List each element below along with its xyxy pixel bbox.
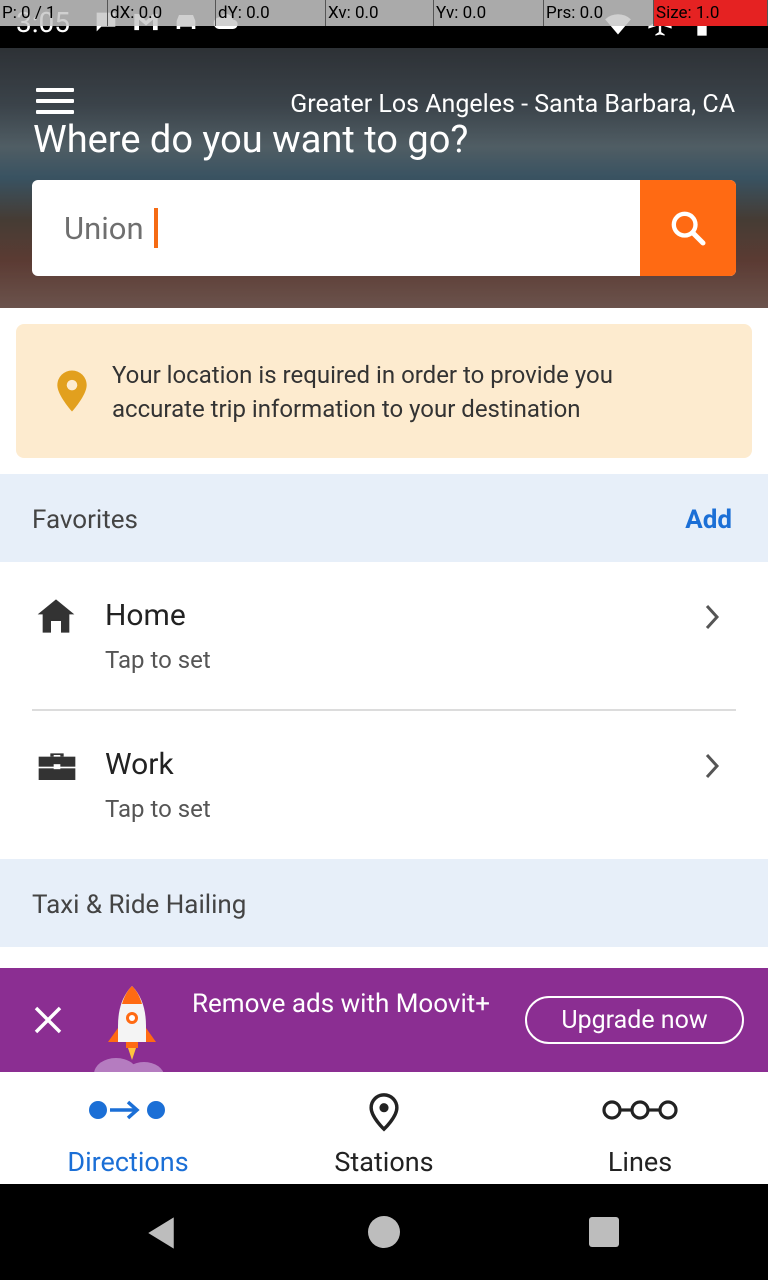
home-button[interactable] xyxy=(368,1216,400,1248)
ad-banner[interactable]: Remove ads with Moovit+ Upgrade now xyxy=(0,968,768,1072)
back-icon[interactable] xyxy=(144,1216,178,1250)
rocket-icon xyxy=(94,986,164,1072)
pointer-location-overlay: P: 0 / 1 dX: 0.0 dY: 0.0 Xv: 0.0 Yv: 0.0… xyxy=(0,0,768,26)
tab-directions-label: Directions xyxy=(67,1146,189,1178)
ad-text: Remove ads with Moovit+ xyxy=(192,989,491,1019)
region-label[interactable]: Greater Los Angeles - Santa Barbara, CA xyxy=(290,90,735,119)
tab-lines-label: Lines xyxy=(607,1146,673,1178)
location-pin-icon xyxy=(57,370,87,412)
search-input[interactable]: Union xyxy=(64,208,158,248)
tab-lines[interactable]: Lines xyxy=(512,1072,768,1184)
location-notice[interactable]: Your location is required in order to pr… xyxy=(16,324,752,458)
directions-icon xyxy=(89,1100,165,1120)
overlay-yv: Yv: 0.0 xyxy=(434,0,544,26)
bottom-navigation: Directions Stations Lines xyxy=(0,1072,768,1184)
favorite-work-title: Work xyxy=(105,747,174,782)
close-icon[interactable] xyxy=(32,1004,64,1036)
favorite-work-subtitle: Tap to set xyxy=(105,795,211,823)
tab-stations[interactable]: Stations xyxy=(256,1072,512,1184)
taxi-header: Taxi & Ride Hailing xyxy=(0,859,768,947)
chevron-right-icon xyxy=(705,753,720,779)
favorite-home-subtitle: Tap to set xyxy=(105,646,211,674)
tab-stations-label: Stations xyxy=(334,1146,434,1178)
overlay-dx: dX: 0.0 xyxy=(108,0,216,26)
favorite-home-title: Home xyxy=(105,598,186,633)
upgrade-now-button[interactable]: Upgrade now xyxy=(525,996,744,1044)
search-icon xyxy=(671,211,706,246)
favorites-title: Favorites xyxy=(32,505,138,535)
add-favorite-button[interactable]: Add xyxy=(685,505,732,535)
briefcase-icon xyxy=(38,753,76,780)
search-box[interactable]: Union xyxy=(32,180,736,276)
favorite-work[interactable]: Work Tap to set xyxy=(0,711,768,859)
search-button[interactable] xyxy=(640,180,736,276)
taxi-title: Taxi & Ride Hailing xyxy=(32,890,247,920)
favorites-header: Favorites Add xyxy=(0,474,768,562)
menu-button[interactable] xyxy=(36,88,76,120)
lines-icon xyxy=(602,1100,678,1120)
overlay-xv: Xv: 0.0 xyxy=(326,0,434,26)
station-pin-icon xyxy=(369,1093,399,1132)
search-input-value: Union xyxy=(64,209,144,247)
overlay-pointer: P: 0 / 1 xyxy=(0,0,108,26)
system-navigation-bar xyxy=(0,1184,768,1280)
favorite-home[interactable]: Home Tap to set xyxy=(0,562,768,710)
text-cursor xyxy=(153,208,158,248)
status-bar: 3:05 P: 0 / 1 dX: 0.0 dY: 0.0 Xv: 0.0 Yv… xyxy=(0,0,768,48)
overlay-prs: Prs: 0.0 xyxy=(544,0,654,26)
chevron-right-icon xyxy=(705,604,720,630)
recent-apps-button[interactable] xyxy=(589,1217,619,1247)
menu-icon xyxy=(36,88,74,92)
overlay-size: Size: 1.0 xyxy=(654,0,768,26)
overlay-dy: dY: 0.0 xyxy=(216,0,326,26)
tab-directions[interactable]: Directions xyxy=(0,1072,256,1184)
home-icon xyxy=(37,599,75,633)
hero-header: Greater Los Angeles - Santa Barbara, CA … xyxy=(0,48,768,308)
page-title: Where do you want to go? xyxy=(33,118,469,162)
location-notice-text: Your location is required in order to pr… xyxy=(112,361,613,423)
